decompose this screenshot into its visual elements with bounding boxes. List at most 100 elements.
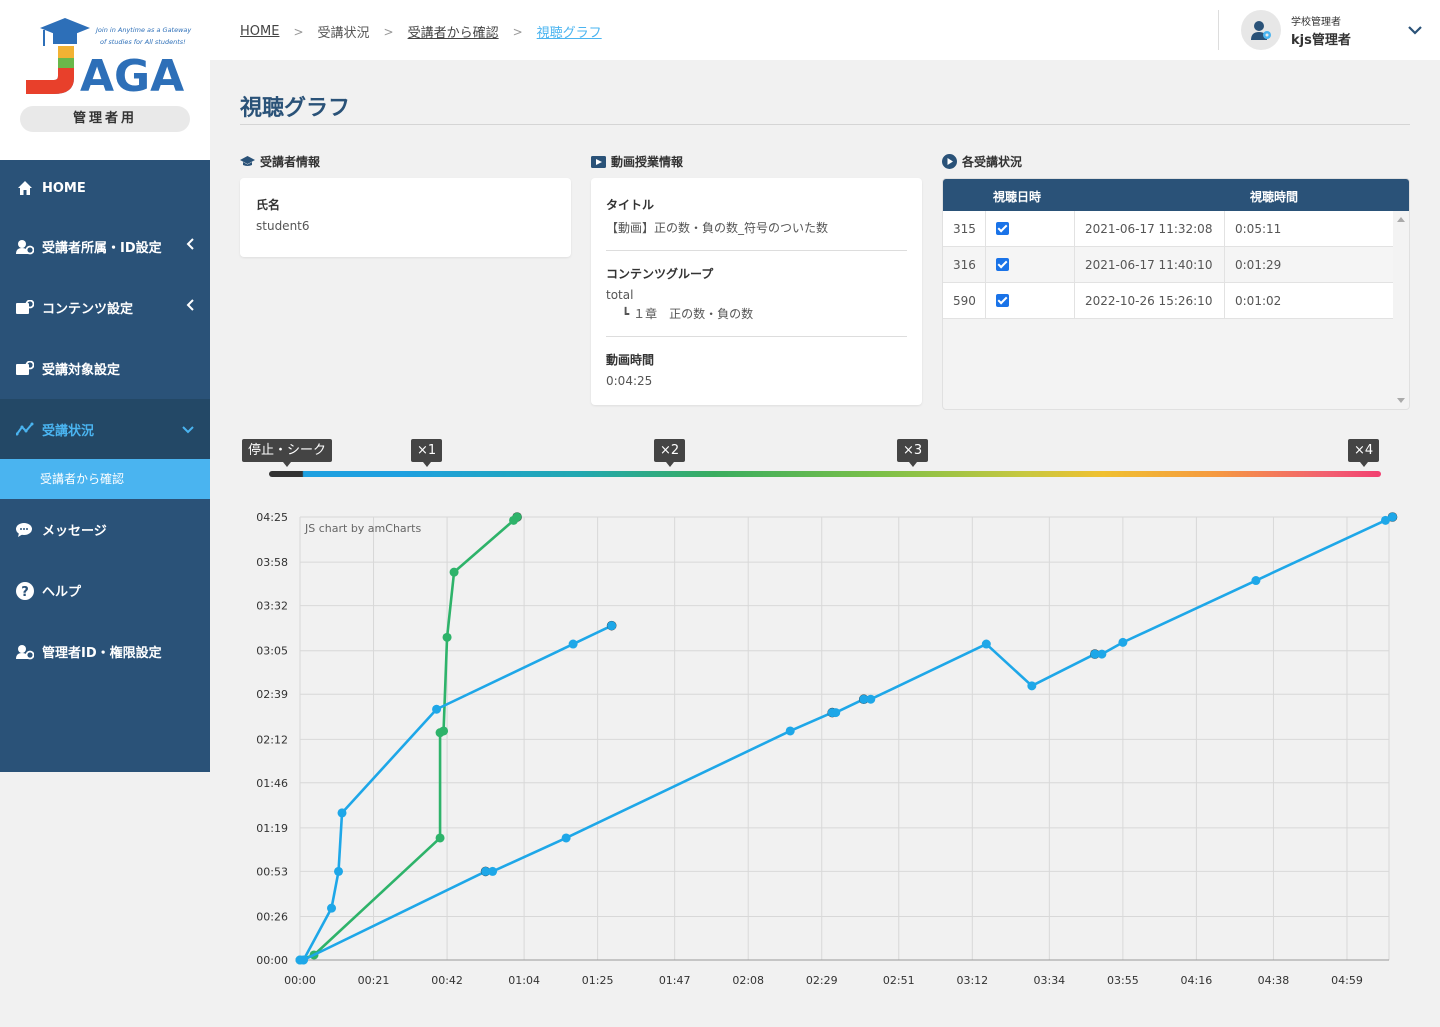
x-tick-label: 01:47 bbox=[659, 974, 691, 987]
user-menu[interactable]: 学校管理者 kjs管理者 bbox=[1218, 10, 1440, 50]
breadcrumb: HOME > 受講状況 > 受講者から確認 > 視聴グラフ bbox=[240, 22, 602, 41]
sidebar-item-label: 受講状況 bbox=[42, 423, 95, 439]
sidebar-item-label: メッセージ bbox=[42, 524, 107, 539]
x-tick-label: 04:59 bbox=[1331, 974, 1363, 987]
row-id: 315 bbox=[943, 211, 986, 247]
data-point bbox=[607, 621, 617, 631]
logo-tagline-2: of studies for All students! bbox=[100, 38, 186, 46]
sidebar-item-label: 管理者ID・権限設定 bbox=[42, 646, 162, 661]
sidebar-item-admin-settings[interactable]: 管理者ID・権限設定 bbox=[0, 621, 210, 682]
admin-avatar-icon bbox=[1241, 10, 1281, 50]
chevron-down-icon bbox=[182, 423, 194, 438]
sidebar: AGA Join in Anytime as a Gateway of stud… bbox=[0, 0, 210, 772]
sidebar-item-label: 受講者所属・ID設定 bbox=[42, 241, 162, 256]
chart-svg: 00:00 00:21 00:42 01:04 01:25 01:47 02:08 02:29… bbox=[256, 511, 1398, 987]
sidebar-item-content-settings[interactable]: コンテンツ設定 bbox=[0, 277, 210, 338]
row-checkbox[interactable] bbox=[986, 283, 1075, 319]
row-time: 0:05:11 bbox=[1235, 222, 1282, 236]
sidebar-item-home[interactable]: HOME bbox=[0, 160, 210, 216]
logo-area[interactable]: AGA Join in Anytime as a Gateway of stud… bbox=[0, 0, 210, 160]
graduation-cap-icon bbox=[240, 156, 255, 167]
video-title-label: タイトル bbox=[606, 198, 655, 212]
data-point bbox=[831, 708, 841, 718]
row-date: 2022-10-26 15:26:10 bbox=[1075, 283, 1225, 319]
speed-label-x1: ×1 bbox=[411, 439, 443, 467]
scroll-down-arrow-icon[interactable] bbox=[1397, 398, 1405, 403]
logo-tagline-1: Join in Anytime as a Gateway bbox=[94, 26, 191, 34]
sidebar-subitem-from-students[interactable]: 受講者から確認 bbox=[0, 459, 210, 499]
x-tick-label: 00:42 bbox=[431, 974, 463, 987]
chevron-left-icon bbox=[186, 299, 194, 315]
admin-settings-icon bbox=[16, 643, 34, 661]
speed-label-stop-seek: 停止・シーク bbox=[242, 439, 333, 467]
chart-line-icon bbox=[16, 420, 34, 438]
speed-color-scale bbox=[269, 471, 1381, 477]
data-point bbox=[327, 903, 337, 913]
data-point bbox=[512, 512, 522, 522]
play-circle-icon bbox=[942, 154, 957, 169]
y-tick-label: 03:32 bbox=[256, 600, 288, 613]
student-info-heading: 受講者情報 bbox=[240, 153, 320, 170]
data-point bbox=[439, 726, 449, 736]
breadcrumb-from-students[interactable]: 受講者から確認 bbox=[408, 22, 499, 41]
data-point bbox=[1388, 512, 1398, 522]
help-icon: ? bbox=[16, 581, 34, 600]
series-line bbox=[300, 624, 613, 962]
data-point bbox=[1097, 649, 1107, 659]
data-point bbox=[432, 704, 442, 714]
x-tick-label: 02:08 bbox=[732, 974, 764, 987]
x-tick-label: 03:34 bbox=[1033, 974, 1065, 987]
row-time: 0:01:29 bbox=[1235, 258, 1282, 272]
x-tick-label: 02:29 bbox=[806, 974, 838, 987]
logo-letters: AGA bbox=[80, 51, 184, 98]
checkbox-checked-icon[interactable] bbox=[996, 258, 1009, 271]
sidebar-item-help[interactable]: ? ヘルプ bbox=[0, 560, 210, 621]
table-header: 視聴日時 視聴時間 bbox=[943, 179, 1409, 211]
breadcrumb-view-graph[interactable]: 視聴グラフ bbox=[537, 22, 602, 41]
data-point bbox=[866, 694, 876, 704]
sidebar-item-label: 受講対象設定 bbox=[42, 363, 121, 378]
sidebar-item-label: コンテンツ設定 bbox=[42, 302, 134, 317]
row-date: 2021-06-17 11:40:10 bbox=[1075, 247, 1225, 283]
data-point bbox=[568, 639, 578, 649]
y-tick-label: 00:00 bbox=[256, 954, 288, 967]
data-point bbox=[1118, 637, 1128, 647]
breadcrumb-learning-status: 受講状況 bbox=[317, 26, 370, 41]
sidebar-item-label: ヘルプ bbox=[42, 585, 82, 600]
sidebar-item-learning-status[interactable]: 受講状況 bbox=[0, 399, 210, 459]
speed-label-x2: ×2 bbox=[654, 439, 686, 467]
table-row[interactable]: 316 2021-06-17 11:40:10 0:01:29 bbox=[943, 247, 1393, 283]
data-point bbox=[561, 833, 571, 843]
jaga-logo: AGA Join in Anytime as a Gateway of stud… bbox=[26, 18, 191, 98]
video-title-value: 【動画】正の数・負の数_符号のついた数 bbox=[606, 221, 829, 235]
chevron-down-icon[interactable] bbox=[1408, 24, 1422, 39]
status-heading: 各受講状況 bbox=[942, 153, 1022, 170]
y-tick-label: 00:53 bbox=[256, 865, 288, 878]
sidebar-item-target-settings[interactable]: 受講対象設定 bbox=[0, 338, 210, 399]
x-tick-label: 04:38 bbox=[1258, 974, 1290, 987]
x-tick-label: 02:51 bbox=[883, 974, 915, 987]
data-point bbox=[488, 866, 498, 876]
status-table[interactable]: 視聴日時 視聴時間 315 2021-06-17 11:32:08 0:05:1… bbox=[942, 178, 1410, 410]
data-point bbox=[981, 639, 991, 649]
breadcrumb-home[interactable]: HOME bbox=[240, 24, 279, 39]
scroll-up-arrow-icon[interactable] bbox=[1397, 217, 1405, 222]
row-checkbox[interactable] bbox=[986, 211, 1075, 247]
viewing-chart[interactable]: 00:00 00:21 00:42 01:04 01:25 01:47 02:08 02:29… bbox=[240, 500, 1410, 1000]
table-row[interactable]: 590 2022-10-26 15:26:10 0:01:02 bbox=[943, 283, 1393, 319]
checkbox-checked-icon[interactable] bbox=[996, 294, 1009, 307]
row-checkbox[interactable] bbox=[986, 247, 1075, 283]
x-tick-label: 00:00 bbox=[284, 974, 316, 987]
student-info-card: 氏名 student6 bbox=[240, 178, 571, 257]
table-row[interactable]: 315 2021-06-17 11:32:08 0:05:11 bbox=[943, 211, 1393, 247]
checkbox-checked-icon[interactable] bbox=[996, 222, 1009, 235]
sidebar-item-messages[interactable]: メッセージ bbox=[0, 499, 210, 560]
video-info-heading: 動画授業情報 bbox=[591, 153, 683, 170]
video-duration-value: 0:04:25 bbox=[606, 374, 653, 388]
video-duration-label: 動画時間 bbox=[606, 353, 655, 367]
title-divider bbox=[240, 124, 1410, 125]
row-time: 0:01:02 bbox=[1235, 294, 1282, 308]
tree-branch-icon: ┗ bbox=[622, 307, 630, 321]
sidebar-item-student-settings[interactable]: 受講者所属・ID設定 bbox=[0, 216, 210, 277]
data-point bbox=[337, 808, 347, 818]
